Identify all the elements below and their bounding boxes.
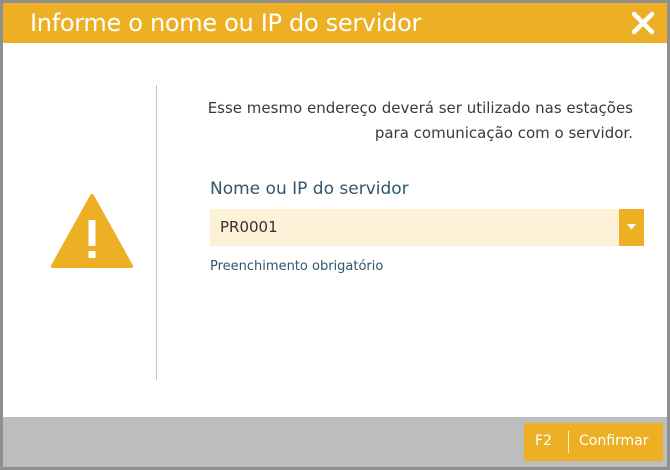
dropdown-button[interactable] xyxy=(619,209,644,246)
button-separator xyxy=(568,431,569,453)
server-dialog: Informe o nome ou IP do servidor Esse me… xyxy=(0,0,670,470)
dialog-title: Informe o nome ou IP do servidor xyxy=(30,9,422,37)
server-field-label: Nome ou IP do servidor xyxy=(210,179,409,199)
confirm-label: Confirmar xyxy=(579,433,649,449)
shortcut-key: F2 xyxy=(535,433,552,449)
required-hint: Preenchimento obrigatório xyxy=(210,259,384,274)
dialog-footer: F2 Confirmar xyxy=(3,417,667,467)
server-combobox[interactable]: PR0001 xyxy=(210,209,644,246)
confirm-button[interactable]: F2 Confirmar xyxy=(524,423,663,461)
chevron-down-icon xyxy=(627,224,636,230)
title-bar: Informe o nome ou IP do servidor xyxy=(3,3,667,43)
vertical-divider xyxy=(156,85,157,380)
close-icon xyxy=(631,11,655,35)
server-input-value[interactable]: PR0001 xyxy=(220,218,278,236)
info-message: Esse mesmo endereço deverá ser utilizado… xyxy=(207,99,633,142)
warning-icon xyxy=(51,193,133,269)
close-button[interactable] xyxy=(629,9,657,37)
